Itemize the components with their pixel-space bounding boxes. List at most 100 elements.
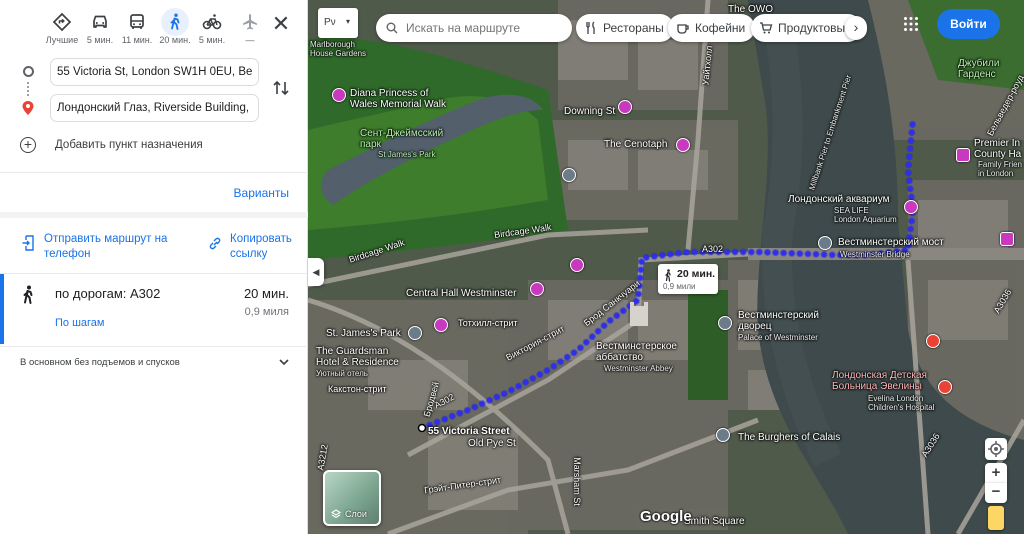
walk-icon [23,285,33,304]
map-label: Westminster Abbey [604,364,673,373]
zoom-in-button[interactable]: + [985,463,1007,483]
send-to-phone-button[interactable]: Отправить маршрут на телефон [22,232,184,262]
map-label: Тотхилл-стрит [458,318,518,328]
map-label: Diana Princess of Wales Memorial Walk [350,88,446,110]
map-label: A302 [702,244,724,254]
map-label: Вестминстерский мост [838,237,944,248]
divider [0,172,308,173]
destination-pin-icon [22,101,34,115]
directions-panel: Лучшие 5 мин. 11 мин. 20 мин. 5 мин. — ✕ [0,0,308,534]
map-label: Central Hall Westminster [406,288,517,299]
add-icon: + [20,137,36,153]
hospital-poi-icon[interactable] [926,334,940,348]
chip-restaurants[interactable]: Рестораны [576,14,674,42]
crosshair-icon [988,441,1004,457]
hotel-poi-icon[interactable] [1000,232,1014,246]
close-icon: ✕ [271,11,291,36]
best-route-icon [52,12,72,32]
zoom-out-button[interactable]: − [985,483,1007,503]
map-label: Вестминстерский дворец [738,310,819,332]
my-location-button[interactable] [985,438,1007,460]
copy-link-label: Копировать ссылку [230,233,292,260]
route-dots-icon [27,82,30,96]
museum-poi-icon[interactable] [562,168,576,182]
mode-flight-label: — [245,35,255,45]
palace-poi-icon[interactable] [718,316,732,330]
map-label: The Guardsman Hotel & Residence [316,346,399,368]
cart-icon [760,22,773,34]
attraction-poi-icon[interactable] [570,258,584,272]
chip-cafes-label: Кофейни [695,21,746,35]
travel-mode-bar: Лучшие 5 мин. 11 мин. 20 мин. 5 мин. — ✕ [0,0,308,52]
sign-in-button[interactable]: Войти [937,9,1000,39]
layers-label: Слои [345,509,367,519]
map-label: The Burghers of Calais [738,432,841,443]
hotel-poi-icon[interactable] [434,318,448,332]
route-duration: 20 мин. [243,286,289,301]
dropdown-arrow-icon: ▾ [346,17,351,26]
map-label: Smith Square [684,516,745,527]
chevron-right-icon: › [853,19,859,35]
bridge-poi-icon[interactable] [818,236,832,250]
layers-button[interactable]: Слои [323,470,381,526]
divider [0,212,308,218]
plus-icon: + [991,464,1001,481]
map-label: St. James's Park [326,328,401,339]
mode-flight[interactable]: — [228,6,272,50]
calais-poi-icon[interactable] [716,428,730,442]
chips-next-button[interactable]: › [845,16,867,40]
map-label: Уютный отель [316,369,368,378]
map-label: Family Frien in London [978,160,1023,178]
search-icon [386,22,398,34]
map-label: Вестминстерское аббатство [596,341,677,363]
hospital-poi-icon[interactable] [938,380,952,394]
walk-icon [665,269,671,282]
flight-icon [243,14,257,30]
street-view-pegman-icon[interactable] [988,506,1004,530]
map-label: Лондонская Детская Больница Эвелины [832,370,927,392]
map-label: Marlborough House Gardens [310,40,367,58]
divider [0,346,308,347]
route-options-button[interactable]: Варианты [234,186,289,200]
minus-icon: − [991,483,1001,500]
route-option-card[interactable]: по дорогам: A302 20 мин. 0,9 миля По шаг… [0,274,308,344]
central-hall-poi-icon[interactable] [530,282,544,296]
chevron-left-icon: ◀ [312,267,320,277]
google-logo: Google [640,508,692,525]
layers-icon [331,509,341,519]
close-directions-button[interactable]: ✕ [268,12,294,38]
map-label: Лондонский аквариум [788,194,890,205]
restaurant-icon [586,21,595,34]
map-label: Сент-Джеймсский парк [360,128,444,150]
map-label: Downing St [564,106,616,117]
origin-circle-icon [23,66,34,77]
aquarium-poi-icon[interactable] [904,200,918,214]
swap-route-icon[interactable] [271,78,291,98]
premier-inn-poi-icon[interactable] [956,148,970,162]
chevron-down-icon [279,359,289,366]
chip-cafes[interactable]: Кофейни [668,14,756,42]
destination-input[interactable] [50,94,259,122]
tube-station-icon[interactable] [408,326,422,340]
chip-groceries-label: Продуктовые [778,21,852,35]
map-label: Marsham St [571,457,582,506]
collapse-panel-button[interactable]: ◀ [308,258,324,286]
map-label: Джубили Гарденс [958,58,1000,80]
route-duration-bubble[interactable]: 20 мин. 0,9 мили [658,264,718,294]
map-language-label: Рν [324,17,336,28]
diana-walk-poi-icon[interactable] [332,88,346,102]
map-language-button[interactable]: Рν ▾ [318,8,358,38]
map-label: Premier In County Ha [974,138,1022,160]
route-search-box[interactable] [376,14,572,42]
elevation-info-row[interactable]: В основном без подъемов и спусков [0,348,308,378]
downing-st-poi-icon[interactable] [618,100,632,114]
cenotaph-poi-icon[interactable] [676,138,690,152]
route-steps-link[interactable]: По шагам [55,317,104,329]
route-search-input[interactable] [406,21,556,35]
route-distance: 0,9 миля [244,306,289,318]
add-destination-button[interactable]: + Добавить пункт назначения [20,135,203,155]
origin-input[interactable] [50,58,259,86]
map-label: Westminster Bridge [840,250,910,259]
copy-link-button[interactable]: Копировать ссылку [208,232,300,262]
apps-grid-icon[interactable] [903,16,919,32]
